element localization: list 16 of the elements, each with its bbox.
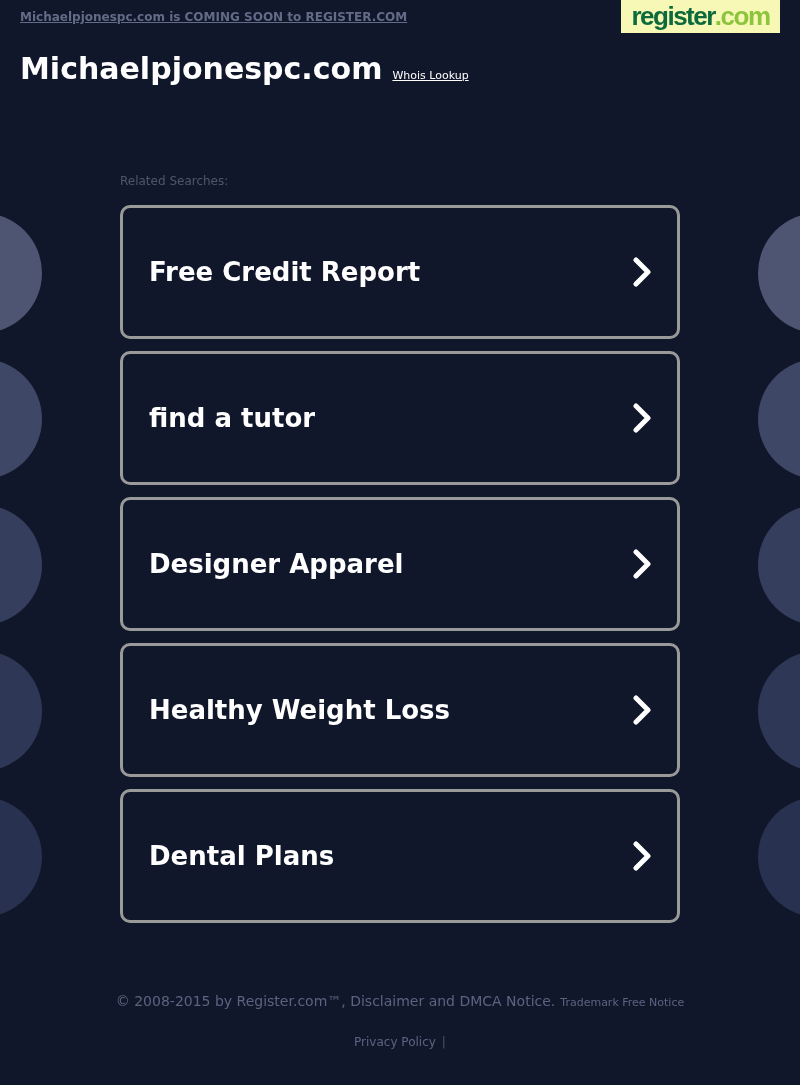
chevron-right-icon [633,257,651,287]
search-link-card[interactable]: Designer Apparel [120,497,680,631]
search-link-card[interactable]: Healthy Weight Loss [120,643,680,777]
related-heading: Related Searches: [120,174,230,188]
copyright-text: © 2008-2015 by Register.com™, Disclaimer and DMCA Notice. [115,993,556,1009]
domain-title: Michaelpjonespc.com [20,51,383,86]
whois-link[interactable]: Whois Lookup [392,69,469,82]
search-link-card[interactable]: find a tutor [120,351,680,485]
search-link-card[interactable]: Free Credit Report [120,205,680,339]
chevron-right-icon [633,549,651,579]
chevron-right-icon [633,403,651,433]
chevron-right-icon [633,695,651,725]
chevron-right-icon [633,841,651,871]
search-link-card[interactable]: Dental Plans [120,789,680,923]
separator: | [441,1035,446,1049]
register-logo[interactable]: register.com [621,0,780,33]
